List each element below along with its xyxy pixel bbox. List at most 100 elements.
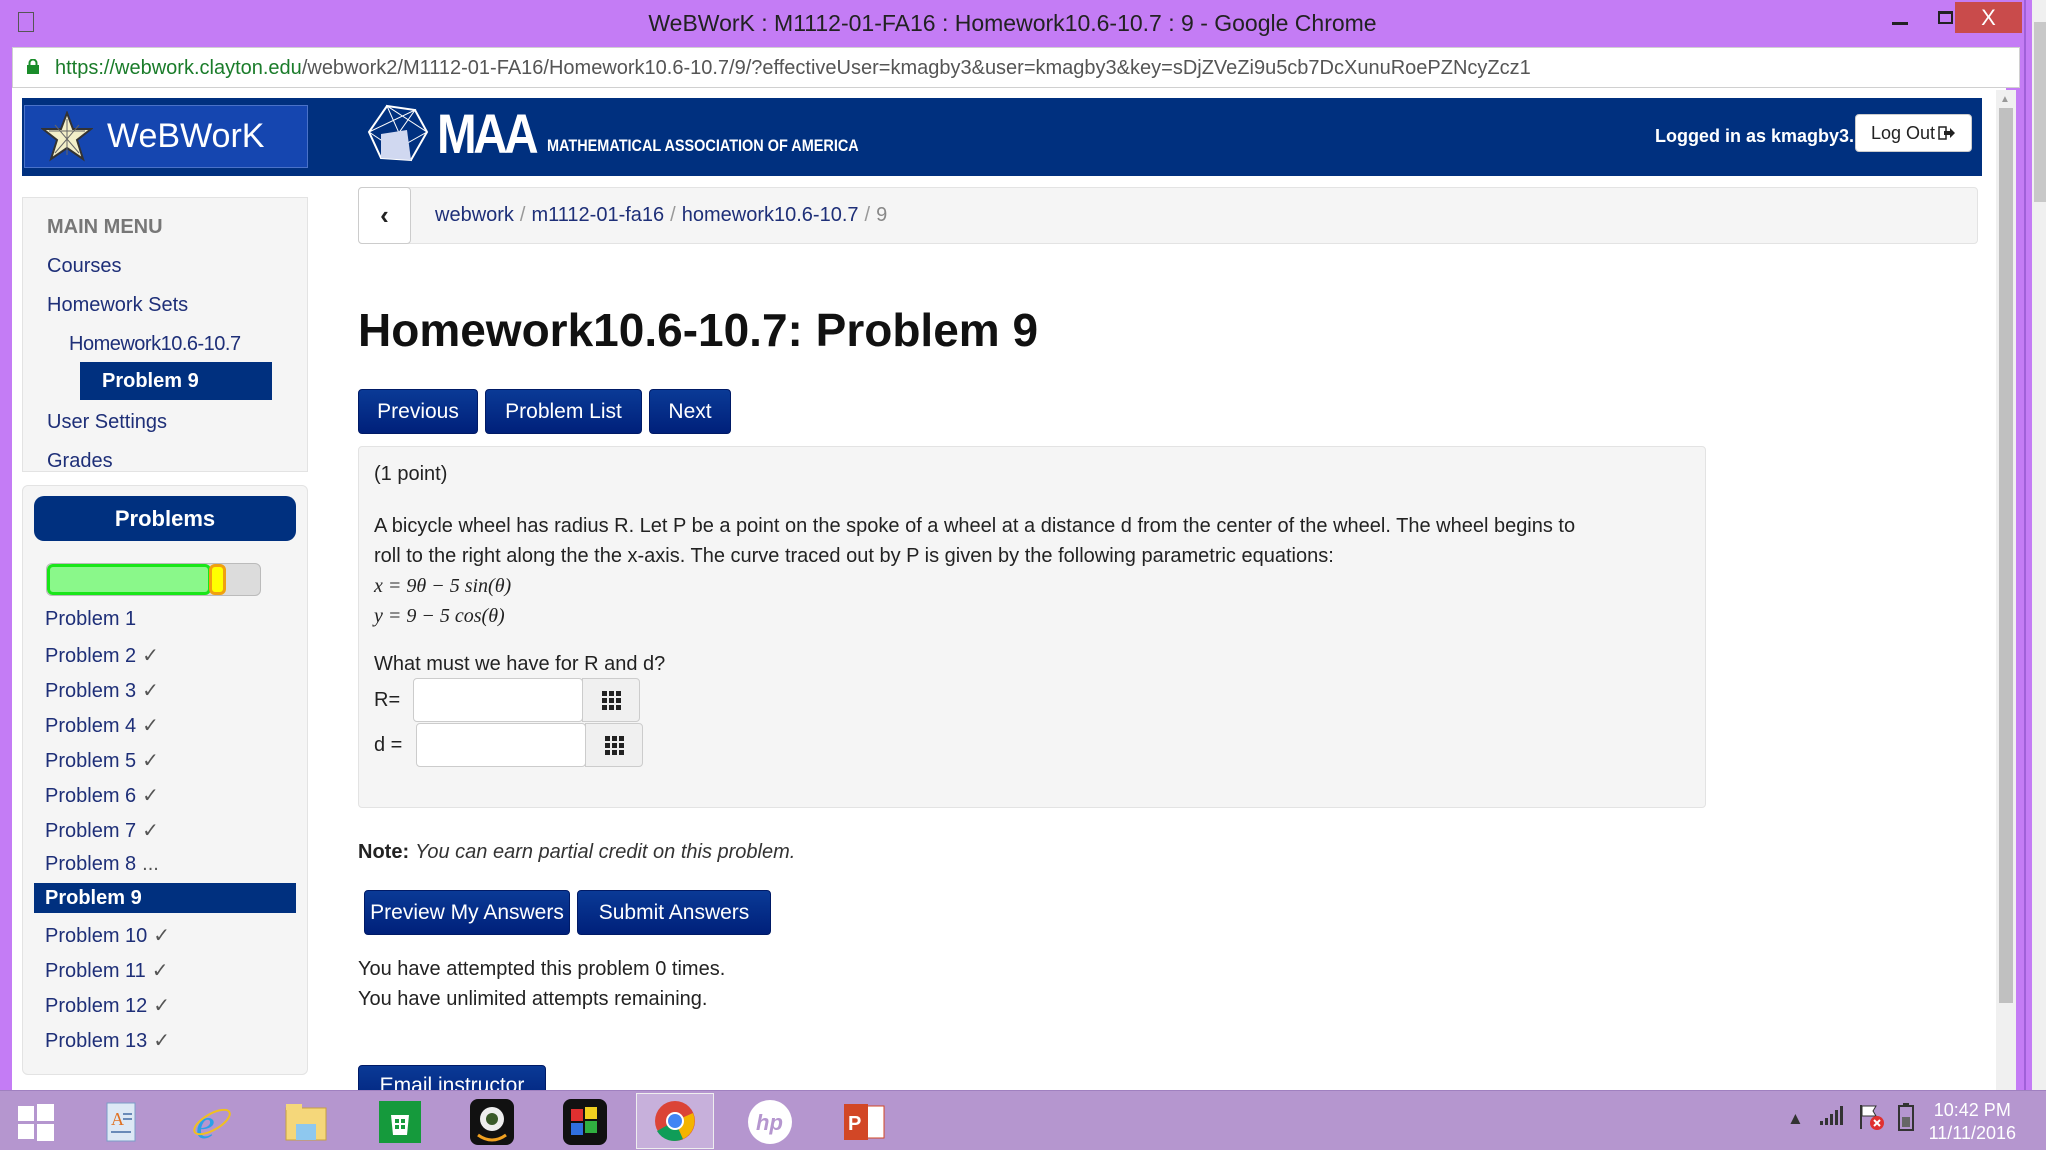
menu-active-problem[interactable]: Problem 9: [80, 362, 272, 400]
previous-button[interactable]: Previous: [358, 389, 478, 434]
powerpoint-icon: P: [844, 1104, 885, 1140]
windows-taskbar: A e hp P ▲ 10:42 PM 11/11/2016: [0, 1090, 2046, 1150]
taskbar-store[interactable]: [376, 1099, 424, 1145]
next-button[interactable]: Next: [649, 389, 731, 434]
webpage: WeBWorK MAA MATHEMATICAL ASSOCIATION OF …: [12, 88, 2006, 1090]
problem-label: Problem 1: [45, 608, 137, 630]
d-answer-input[interactable]: [416, 723, 586, 767]
menu-grades[interactable]: Grades: [47, 450, 113, 473]
problem-list-item[interactable]: Problem 3 ✓: [23, 671, 307, 706]
breadcrumb-trail: webwork / m1112-01-fa16/homework10.6-10.7/…: [435, 204, 887, 227]
taskbar-wordpad[interactable]: A: [97, 1099, 145, 1145]
taskbar-hp[interactable]: hp: [746, 1099, 794, 1145]
problem-list-item[interactable]: Problem 10 ✓: [23, 916, 307, 951]
minimize-button[interactable]: [1880, 2, 1920, 32]
taskbar-chrome[interactable]: [636, 1093, 714, 1149]
email-instructor-button[interactable]: Email instructor: [358, 1065, 546, 1090]
problem-label: Problem 8: [45, 853, 137, 875]
maa-acronym: MAA: [437, 102, 539, 165]
preview-answers-button[interactable]: Preview My Answers: [364, 890, 570, 935]
chrome-window: WeBWorK : M1112-01-FA16 : Homework10.6-1…: [0, 0, 2046, 1150]
scroll-up-icon[interactable]: ▲: [2000, 94, 2010, 105]
address-bar[interactable]: https://webwork.clayton.edu/webwork2/M11…: [12, 47, 2020, 88]
taskbar-file-explorer[interactable]: [282, 1099, 330, 1145]
check-icon: ✓: [151, 960, 169, 982]
battery-icon[interactable]: [1898, 1103, 1914, 1136]
start-button[interactable]: [12, 1099, 60, 1145]
hp-icon: hp: [748, 1100, 792, 1144]
problem-list-item[interactable]: Problem 13 ✓: [23, 1021, 307, 1056]
site-header: WeBWorK MAA MATHEMATICAL ASSOCIATION OF …: [22, 98, 1982, 176]
problem-list-item[interactable]: Problem 8...: [23, 846, 307, 881]
logout-button[interactable]: Log Out: [1855, 114, 1972, 152]
problem-list-item[interactable]: Problem 7 ✓: [23, 811, 307, 846]
lock-icon: [27, 59, 39, 74]
problem-list-item[interactable]: Problem 11 ✓: [23, 951, 307, 986]
problem-label: Problem 9: [45, 887, 142, 909]
action-center-flag-icon[interactable]: [1858, 1103, 1886, 1136]
title-bar: WeBWorK : M1112-01-FA16 : Homework10.6-1…: [0, 0, 2025, 46]
breadcrumb-separator: /: [519, 204, 526, 226]
menu-courses[interactable]: Courses: [47, 255, 121, 278]
problem-list-item[interactable]: Problem 9: [34, 883, 296, 913]
close-button[interactable]: X: [1955, 2, 2022, 33]
problem-text-line2: roll to the right along the the x-axis. …: [374, 545, 1334, 567]
problem-text-line1: A bicycle wheel has radius R. Let P be a…: [374, 515, 1576, 537]
problems-heading: Problems: [34, 496, 296, 541]
problem-list: Problem 1 Problem 2 ✓ Problem 3 ✓ Problem 4 ✓ P…: [23, 601, 307, 1056]
system-clock[interactable]: 10:42 PM 11/11/2016: [1929, 1099, 2016, 1145]
problem-list-item[interactable]: Problem 5 ✓: [23, 741, 307, 776]
main-menu: MAIN MENU Courses Homework Sets Homework…: [22, 197, 308, 472]
d-equation-editor-button[interactable]: [585, 723, 643, 767]
webwork-logo[interactable]: WeBWorK: [24, 105, 308, 168]
window-title: WeBWorK : M1112-01-FA16 : Homework10.6-1…: [648, 10, 1377, 36]
maa-logo: MAA MATHEMATICAL ASSOCIATION OF AMERICA: [367, 104, 913, 162]
problem-list-item[interactable]: Problem 1: [23, 601, 307, 636]
main-menu-heading: MAIN MENU: [47, 216, 163, 238]
breadcrumb-webwork[interactable]: webwork: [435, 204, 514, 226]
submit-answers-button[interactable]: Submit Answers: [577, 890, 771, 935]
problem-list-item[interactable]: Problem 4 ✓: [23, 706, 307, 741]
page-scrollbar[interactable]: ▲: [1996, 90, 2016, 1090]
taskbar-internet-explorer[interactable]: e: [188, 1099, 236, 1145]
taskbar-puzzle-app[interactable]: [561, 1099, 609, 1145]
network-icon[interactable]: [1820, 1105, 1846, 1130]
maa-icosahedron-icon: [367, 104, 429, 162]
taskbar-webcam[interactable]: [468, 1099, 516, 1145]
r-answer-input[interactable]: [413, 678, 583, 722]
store-icon: [379, 1101, 421, 1143]
problem-list-item[interactable]: Problem 2 ✓: [23, 636, 307, 671]
problem-list-item[interactable]: Problem 6 ✓: [23, 776, 307, 811]
url-path: /webwork2/M1112-01-FA16/Homework10.6-10.…: [301, 57, 1531, 79]
webwork-logo-text: WeBWorK: [107, 117, 265, 155]
chevron-left-icon: ‹: [380, 200, 389, 230]
progress-correct: [47, 564, 211, 595]
problem-list-button[interactable]: Problem List: [485, 389, 642, 434]
progress-partial: [208, 564, 226, 595]
menu-set-link[interactable]: Homework10.6-10.7: [69, 333, 241, 356]
attempts-count: You have attempted this problem 0 times.: [358, 958, 726, 980]
back-button[interactable]: ‹: [358, 187, 411, 244]
maximize-icon: [1937, 10, 1953, 24]
menu-user-settings[interactable]: User Settings: [47, 411, 167, 434]
r-label: R=: [374, 689, 401, 711]
url-scheme: https://: [55, 57, 116, 79]
menu-homework-sets[interactable]: Homework Sets: [47, 294, 188, 317]
background-scrollbar-thumb: [2034, 22, 2046, 202]
minimize-icon: [1892, 21, 1908, 25]
show-hidden-icons[interactable]: ▲: [1787, 1109, 1804, 1129]
equation-x: x = 9θ − 5 sin(θ): [374, 575, 512, 597]
svg-text:A: A: [111, 1109, 124, 1129]
note-text: You can earn partial credit on this prob…: [415, 841, 796, 863]
breadcrumb-course[interactable]: m1112-01-fa16: [531, 204, 664, 226]
taskbar-powerpoint[interactable]: P: [840, 1099, 888, 1145]
keypad-icon: [601, 690, 621, 710]
webcam-icon: [470, 1099, 514, 1145]
breadcrumb: ‹ webwork / m1112-01-fa16/homework10.6-10.…: [358, 187, 1978, 244]
r-equation-editor-button[interactable]: [582, 678, 640, 722]
clock-time: 10:42 PM: [1933, 1100, 2011, 1120]
chrome-icon: [655, 1101, 695, 1141]
problem-list-item[interactable]: Problem 12 ✓: [23, 986, 307, 1021]
scrollbar-thumb[interactable]: [1999, 108, 2013, 1003]
breadcrumb-set[interactable]: homework10.6-10.7: [682, 204, 859, 226]
